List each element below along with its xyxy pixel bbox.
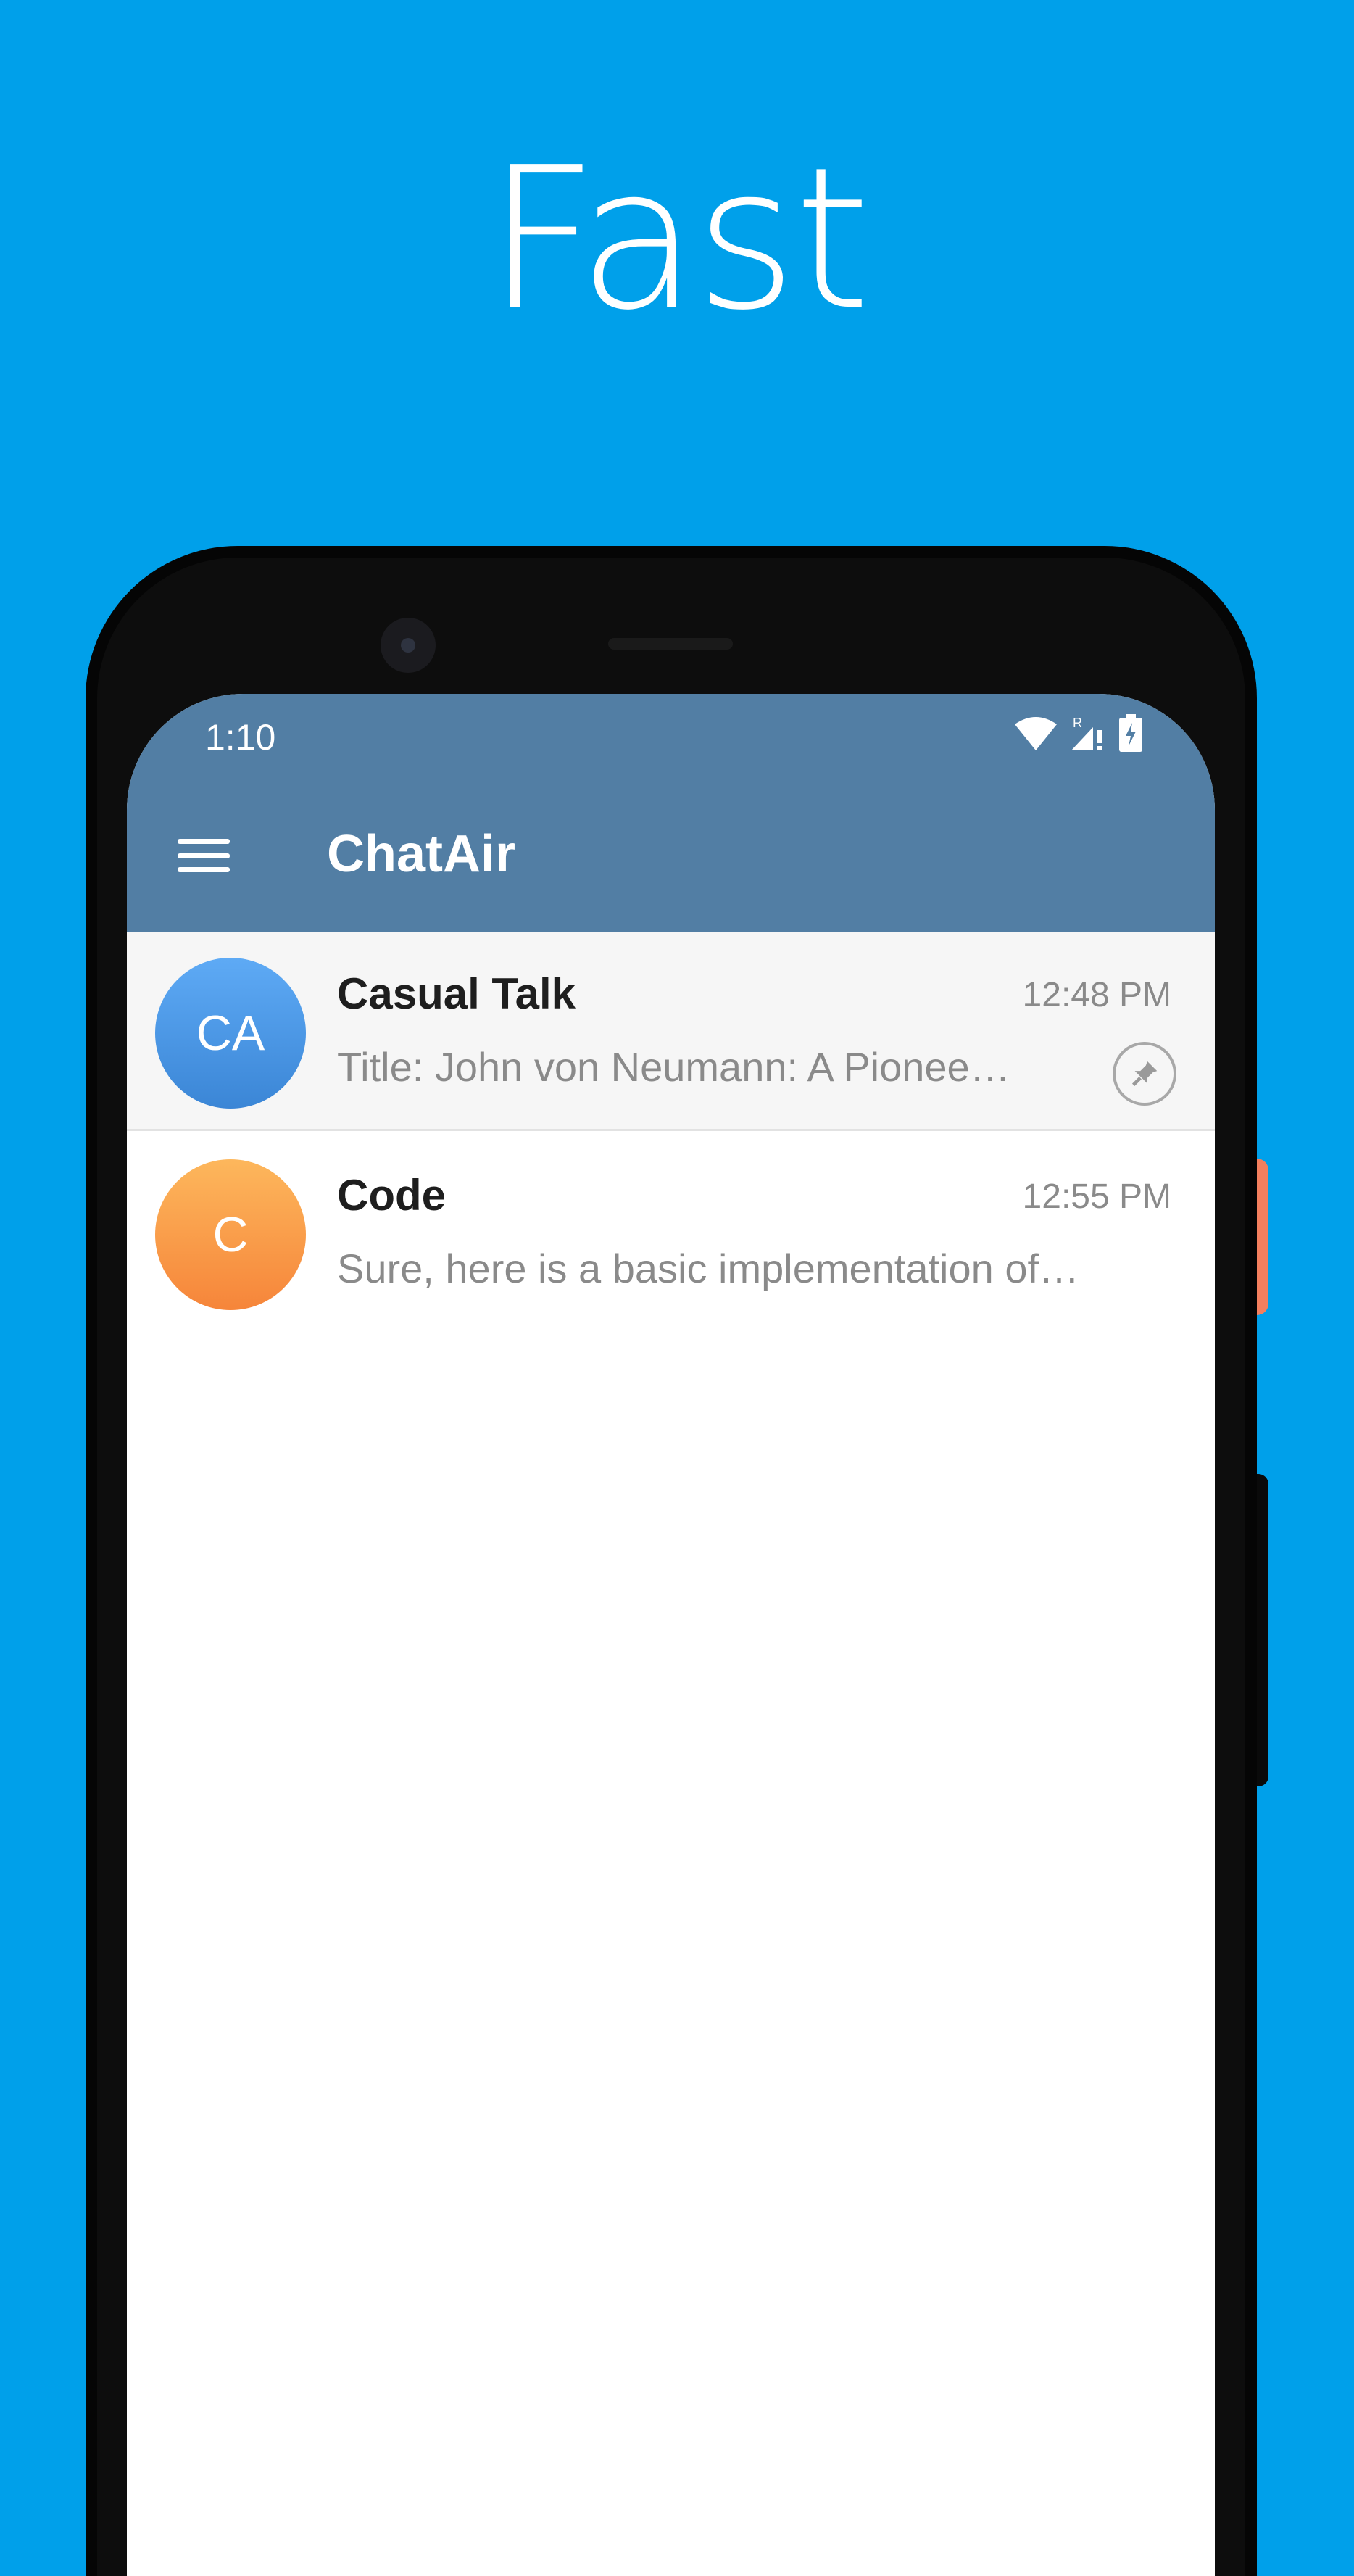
signal-roaming-icon: R xyxy=(1071,716,1102,750)
power-button xyxy=(1256,1159,1268,1315)
avatar: CA xyxy=(155,958,306,1109)
hamburger-icon[interactable] xyxy=(178,839,230,872)
status-time: 1:10 xyxy=(205,717,276,758)
chat-preview: Sure, here is a basic implementation of… xyxy=(337,1246,1080,1291)
phone-screen: 1:10 R ChatAir CA Casual Talk 12:48 PM T… xyxy=(127,694,1215,2576)
status-icons: R xyxy=(1015,714,1142,752)
camera-icon xyxy=(381,618,436,673)
svg-text:R: R xyxy=(1073,716,1082,730)
wifi-icon xyxy=(1015,717,1057,750)
chat-list-item[interactable]: C Code 12:55 PM Sure, here is a basic im… xyxy=(127,1133,1215,1333)
chat-list-item[interactable]: CA Casual Talk 12:48 PM Title: John von … xyxy=(127,932,1215,1131)
speaker-grille xyxy=(608,638,733,650)
chat-time: 12:55 PM xyxy=(1022,1177,1171,1216)
chat-time: 12:48 PM xyxy=(1022,976,1171,1014)
volume-button xyxy=(1256,1474,1268,1786)
chat-title: Code xyxy=(337,1171,446,1219)
app-title: ChatAir xyxy=(327,825,516,883)
avatar: C xyxy=(155,1159,306,1310)
app-bar: 1:10 R ChatAir xyxy=(127,694,1215,932)
battery-charging-icon xyxy=(1119,714,1142,752)
chat-preview: Title: John von Neumann: A Pionee… xyxy=(337,1044,1010,1090)
chat-title: Casual Talk xyxy=(337,969,576,1018)
pin-icon[interactable] xyxy=(1113,1042,1176,1106)
headline: Fast xyxy=(486,125,871,353)
